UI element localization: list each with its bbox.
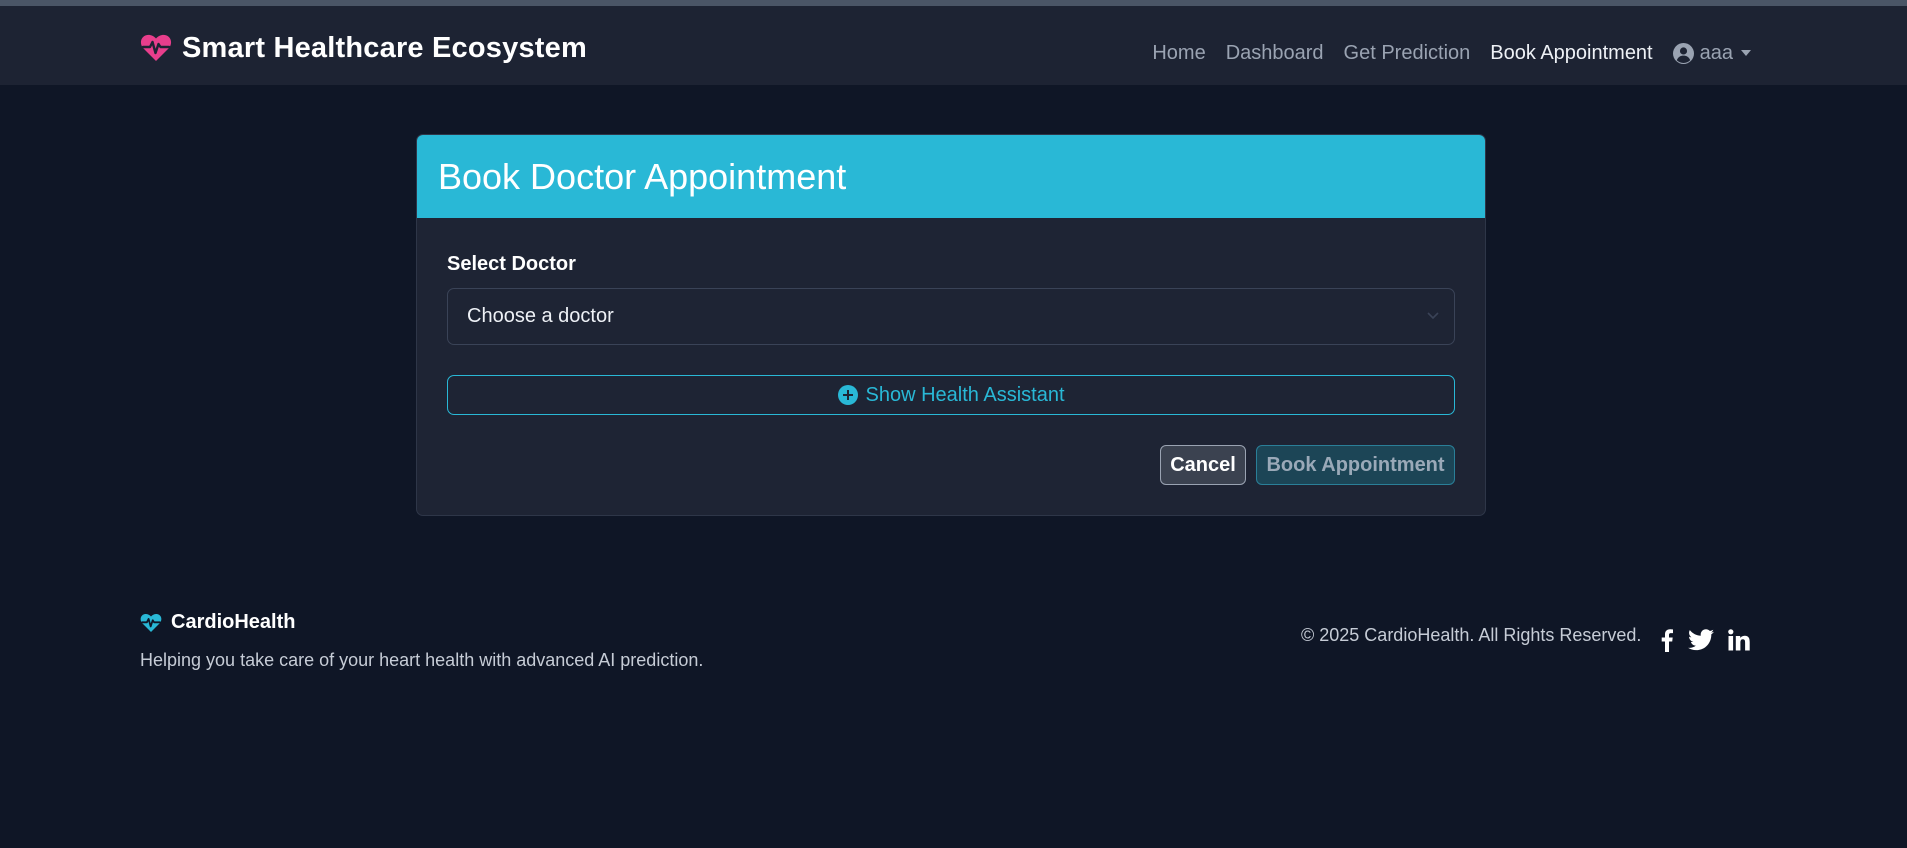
footer-brand: CardioHealth <box>140 611 295 634</box>
cancel-button[interactable]: Cancel <box>1160 445 1246 485</box>
footer-brand-name: CardioHealth <box>171 611 296 633</box>
nav-get-prediction[interactable]: Get Prediction <box>1344 42 1471 65</box>
user-name: aaa <box>1699 41 1733 64</box>
heart-pulse-icon <box>140 613 162 632</box>
navbar-brand[interactable]: Smart Healthcare Ecosystem <box>140 30 587 66</box>
book-appointment-button[interactable]: Book Appointment <box>1256 445 1455 485</box>
doctor-select[interactable]: Choose a doctor <box>447 288 1455 345</box>
nav-book-appointment[interactable]: Book Appointment <box>1490 42 1652 65</box>
twitter-icon[interactable] <box>1688 628 1714 652</box>
doctor-select-value: Choose a doctor <box>467 305 614 327</box>
card-header: Book Doctor Appointment <box>417 135 1485 218</box>
nav-home[interactable]: Home <box>1152 42 1205 65</box>
nav-links: Home Dashboard Get Prediction Book Appoi… <box>1152 36 1751 70</box>
plus-circle-icon <box>837 385 858 405</box>
navbar: Smart Healthcare Ecosystem Home Dashboar… <box>0 6 1907 85</box>
linkedin-icon[interactable] <box>1728 628 1750 652</box>
show-health-assistant-label: Show Health Assistant <box>865 383 1065 406</box>
brand-title: Smart Healthcare Ecosystem <box>182 31 587 64</box>
footer-tagline: Helping you take care of your heart heal… <box>140 650 704 670</box>
appointment-card: Book Doctor Appointment Select Doctor Ch… <box>416 134 1486 516</box>
copyright-text: © 2025 CardioHealth. All Rights Reserved… <box>1301 625 1642 645</box>
caret-down-icon <box>1741 50 1751 56</box>
nav-dashboard[interactable]: Dashboard <box>1226 42 1324 65</box>
user-circle-icon <box>1672 42 1694 64</box>
facebook-icon[interactable] <box>1660 628 1674 652</box>
card-title: Book Doctor Appointment <box>438 155 847 197</box>
chevron-down-icon <box>1427 312 1439 320</box>
action-buttons: Cancel Book Appointment <box>1160 445 1455 485</box>
user-menu-dropdown[interactable]: aaa <box>1672 41 1751 65</box>
heart-pulse-icon <box>140 34 172 61</box>
select-doctor-label: Select Doctor <box>447 253 576 275</box>
social-links <box>1660 628 1750 652</box>
show-health-assistant-button[interactable]: Show Health Assistant <box>447 375 1455 415</box>
